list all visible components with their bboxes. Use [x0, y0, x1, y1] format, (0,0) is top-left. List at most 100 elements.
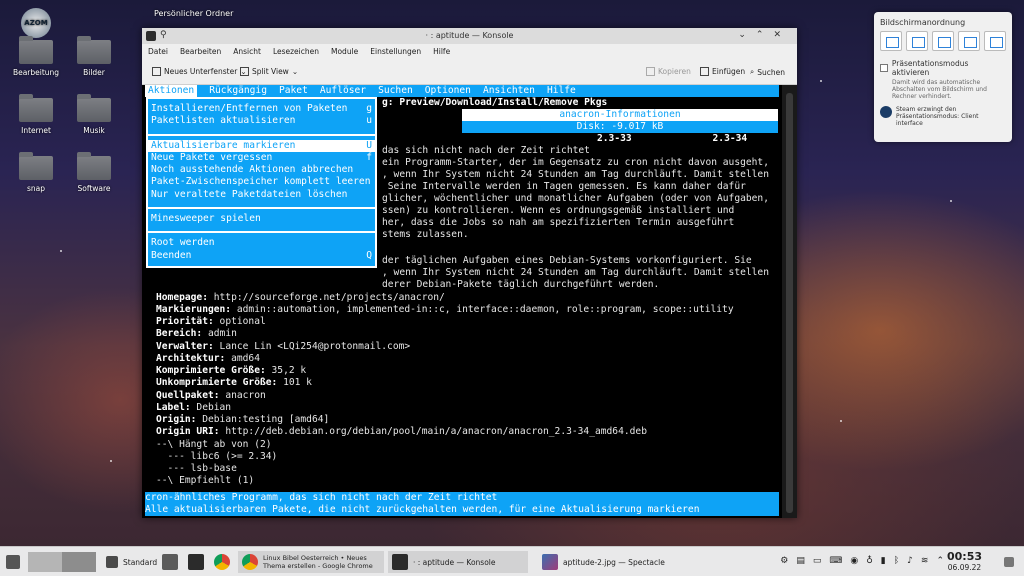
scrollbar-thumb[interactable]	[786, 93, 793, 513]
window-titlebar[interactable]: ⚲ · : aptitude — Konsole ⌄⌃✕	[142, 28, 797, 44]
menu-item-minesweeper[interactable]: Minesweeper spielen	[148, 213, 375, 225]
field-markierungen: Markierungen: admin::automation, impleme…	[156, 304, 734, 316]
screen-layout-button-3[interactable]	[932, 31, 954, 51]
menu-hilfe[interactable]: Hilfe	[433, 47, 450, 56]
aptitude-menu-paket[interactable]: Paket	[279, 85, 308, 97]
chevron-up-icon[interactable]: ⌃	[936, 556, 944, 566]
checkbox-icon[interactable]	[880, 64, 888, 72]
desktop-icon-software[interactable]: Software	[68, 152, 120, 193]
desktop-icon-bearbeitung[interactable]: Bearbeitung	[10, 36, 62, 77]
task-chrome[interactable]: Linux Bibel Oesterreich • Neues Thema er…	[238, 551, 384, 573]
aptitude-menu-hilfe[interactable]: Hilfe	[547, 85, 576, 97]
settings-icon[interactable]: ⚙	[780, 556, 788, 566]
new-tab-button[interactable]: Neues Unterfenster ⌄	[152, 67, 247, 76]
desc-line: derer Debian-Pakete täglich durchgeführt…	[382, 279, 660, 290]
menu-item-forget-new[interactable]: Neue Pakete vergessen f	[148, 152, 375, 164]
popup-title: Bildschirmanordnung	[880, 18, 966, 27]
clock[interactable]: 00:53 06.09.22	[947, 550, 982, 572]
menu-item-clean-cache[interactable]: Paket-Zwischenspeicher komplett leeren	[148, 176, 375, 188]
search-button[interactable]: ⌕ Suchen	[750, 67, 785, 77]
desktop-icon-label: snap	[26, 184, 46, 193]
clipboard-icon[interactable]: ▤	[796, 556, 805, 566]
star	[820, 80, 822, 82]
activity-icon	[106, 556, 118, 568]
aptitude-menu-suchen[interactable]: Suchen	[378, 85, 413, 97]
menu-module[interactable]: Module	[331, 47, 358, 56]
paste-button[interactable]: Einfügen	[700, 67, 745, 76]
virtual-desktop-pager[interactable]	[28, 552, 96, 572]
app-launcher-button[interactable]	[6, 551, 20, 573]
terminal-icon	[188, 554, 204, 570]
menu-item-become-root[interactable]: Root werden	[148, 237, 375, 249]
menu-ansicht[interactable]: Ansicht	[233, 47, 261, 56]
status-description: cron-ähnliches Programm, das sich nicht …	[145, 492, 779, 504]
screen-layout-button-5[interactable]	[984, 31, 1006, 51]
aptitude-menu-ansichten[interactable]: Ansichten	[483, 85, 535, 97]
wifi-icon[interactable]: ≋	[921, 556, 929, 566]
aptitude-menu-aufloeser[interactable]: Auflöser	[320, 85, 366, 97]
battery-icon[interactable]: ▮	[881, 556, 886, 566]
aptitude-menu-optionen[interactable]: Optionen	[425, 85, 471, 97]
keyboard-icon[interactable]: ⌨	[829, 556, 842, 566]
field-bereich: Bereich: admin	[156, 328, 237, 340]
display-icon[interactable]: ▭	[813, 556, 822, 566]
desktop-icon-bilder[interactable]: Bilder	[68, 36, 120, 77]
menu-item-autoclean[interactable]: Nur veraltete Paketdateien löschen	[148, 189, 375, 201]
desktop-folder-label[interactable]: Persönlicher Ordner	[154, 9, 233, 18]
desktop-icon-label: Internet	[21, 126, 51, 135]
menu-item-label: Installieren/Entfernen von Paketen	[151, 103, 348, 114]
close-icon[interactable]: ✕	[773, 30, 791, 40]
desc-line: glicher, wöchentlicher und monatlicher A…	[382, 193, 769, 204]
field-key: Architektur:	[156, 353, 226, 364]
screen-layout-button-1[interactable]	[880, 31, 902, 51]
steam-tray-icon[interactable]: ◉	[850, 556, 858, 566]
activity-switcher[interactable]: Standard	[106, 551, 157, 573]
dep-tree-line[interactable]: --- lsb-base	[156, 463, 237, 475]
launcher-chrome[interactable]	[214, 551, 230, 573]
menu-datei[interactable]: Datei	[148, 47, 168, 56]
menu-item-cancel-pending[interactable]: Noch ausstehende Aktionen abbrechen	[148, 164, 375, 176]
maximize-icon[interactable]: ⌃	[756, 30, 774, 40]
bluetooth-icon[interactable]: ᛒ	[894, 556, 899, 566]
copy-button[interactable]: Kopieren	[646, 67, 691, 76]
app-launcher-icon	[6, 555, 20, 569]
minimize-icon[interactable]: ⌄	[738, 30, 756, 40]
launcher-konsole[interactable]	[188, 551, 204, 573]
launcher-files[interactable]	[162, 551, 178, 573]
desktop-icon-internet[interactable]: Internet	[10, 94, 62, 135]
aptitude-subtitle: g: Preview/Download/Install/Remove Pkgs	[382, 97, 608, 108]
screen-layout-button-2[interactable]	[906, 31, 928, 51]
menu-einstellungen[interactable]: Einstellungen	[370, 47, 421, 56]
task-spectacle[interactable]: aptitude-2.jpg — Spectacle	[538, 551, 678, 573]
desc-line: ein Programm-Starter, der im Gegensatz z…	[382, 157, 769, 168]
menu-item-quit[interactable]: Beenden Q	[148, 250, 375, 262]
aktionen-dropdown: Installieren/Entfernen von Paketen g Pake…	[146, 97, 377, 268]
azom-logo-icon: AZOM	[21, 8, 51, 38]
split-view-button[interactable]: Split View ⌄	[240, 67, 298, 76]
dep-tree-line[interactable]: --\ Empfiehlt (1)	[156, 475, 254, 487]
aptitude-menu-rueckgaengig[interactable]: Rückgängig	[209, 85, 267, 97]
desktop-icon-snap[interactable]: snap	[10, 152, 62, 193]
desktop-icon-musik[interactable]: Musik	[68, 94, 120, 135]
menu-bearbeiten[interactable]: Bearbeiten	[180, 47, 221, 56]
menu-item-update-lists[interactable]: Paketlisten aktualisieren u	[148, 115, 375, 127]
desktop-1[interactable]	[28, 552, 62, 572]
task-konsole[interactable]: · : aptitude — Konsole	[388, 551, 528, 573]
menu-item-mark-upgradable[interactable]: Aktualisierbare markieren U	[148, 139, 375, 152]
volume-icon[interactable]: ♪	[907, 556, 913, 566]
dep-tree-line[interactable]: --- libc6 (>= 2.34)	[156, 451, 278, 463]
checkbox-label: Präsentationsmodus aktivieren	[891, 59, 969, 77]
screen-layout-button-4[interactable]	[958, 31, 980, 51]
split-view-icon	[240, 67, 249, 76]
lightbulb-icon[interactable]: ♁	[866, 556, 873, 566]
menu-item-install-remove[interactable]: Installieren/Entfernen von Paketen g	[148, 103, 375, 115]
dep-tree-line[interactable]: --\ Hängt ab von (2)	[156, 439, 272, 451]
package-info-title: anacron-Informationen	[462, 109, 778, 121]
desktop-logo[interactable]: AZOM	[10, 8, 62, 38]
aptitude-menu-aktionen[interactable]: Aktionen	[145, 85, 198, 98]
presentation-mode-checkbox[interactable]: Präsentationsmodus aktivieren	[880, 59, 1006, 77]
terminal-scrollbar[interactable]	[782, 85, 797, 518]
terminal-area[interactable]: Aktionen Rückgängig Paket Auflöser Suchen Opt…	[142, 85, 782, 518]
show-desktop-button[interactable]	[1004, 551, 1014, 573]
menu-lesezeichen[interactable]: Lesezeichen	[273, 47, 319, 56]
